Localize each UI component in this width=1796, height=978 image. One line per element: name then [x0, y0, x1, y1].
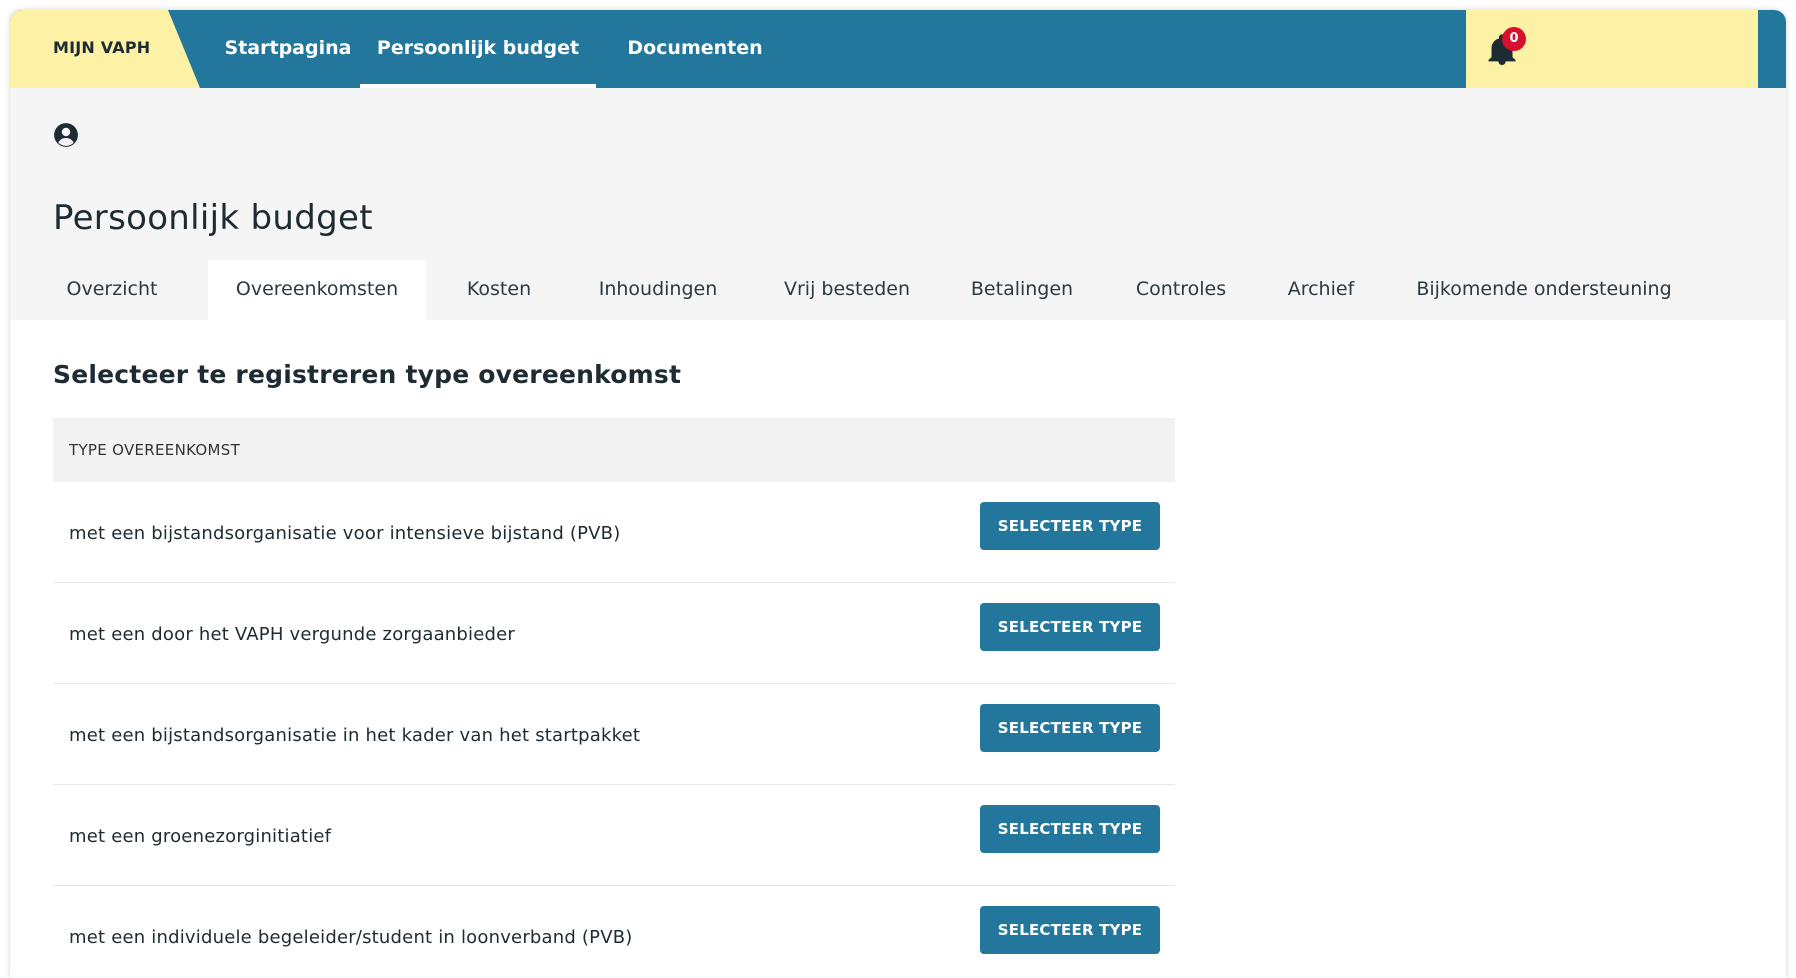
select-type-button[interactable]: SELECTEER TYPE [980, 704, 1160, 752]
table-row: met een door het VAPH vergunde zorgaanbi… [53, 583, 1175, 684]
table-row: met een bijstandsorganisatie in het kade… [53, 684, 1175, 785]
tab-controles[interactable]: Controles [1114, 260, 1248, 320]
page-header: Persoonlijk budget Overzicht Overeenkoms… [10, 88, 1786, 320]
notification-count-badge[interactable]: 0 [1502, 27, 1526, 51]
agreement-type-table: TYPE OVEREENKOMST met een bijstandsorgan… [53, 418, 1175, 978]
nav-item-label: Startpagina [224, 37, 352, 59]
select-type-button[interactable]: SELECTEER TYPE [980, 502, 1160, 550]
browser-window: MIJN VAPH Startpagina Persoonlijk budget… [10, 10, 1786, 978]
user-circle-icon[interactable] [53, 122, 79, 148]
table-row: met een groenezorginitiatief SELECTEER T… [53, 785, 1175, 886]
nav-item-documenten[interactable]: Documenten [610, 10, 780, 88]
row-label: met een groenezorginitiatief [69, 826, 332, 847]
tab-label: Controles [1135, 278, 1227, 300]
nav-item-startpagina[interactable]: Startpagina [190, 10, 386, 88]
select-type-button[interactable]: SELECTEER TYPE [980, 805, 1160, 853]
tab-label: Overzicht [66, 278, 158, 300]
table-row: met een individuele begeleider/student i… [53, 886, 1175, 978]
tab-bijkomende-ondersteuning[interactable]: Bijkomende ondersteuning [1394, 260, 1694, 320]
tab-label: Inhoudingen [598, 278, 718, 300]
page-title: Persoonlijk budget [53, 198, 373, 238]
tab-inhoudingen[interactable]: Inhoudingen [584, 260, 732, 320]
tab-label: Archief [1287, 278, 1355, 300]
notification-area: 0 [1466, 10, 1758, 88]
tab-kosten[interactable]: Kosten [448, 260, 550, 320]
table-row: met een bijstandsorganisatie voor intens… [53, 482, 1175, 583]
select-type-button[interactable]: SELECTEER TYPE [980, 906, 1160, 954]
nav-item-label: Documenten [627, 37, 763, 59]
row-label: met een bijstandsorganisatie voor intens… [69, 523, 621, 544]
row-label: met een door het VAPH vergunde zorgaanbi… [69, 624, 516, 645]
top-navigation: MIJN VAPH Startpagina Persoonlijk budget… [10, 10, 1786, 88]
tab-label: Overeenkomsten [235, 278, 399, 300]
section-title: Selecteer te registreren type overeenkom… [53, 360, 682, 389]
tab-overzicht[interactable]: Overzicht [48, 260, 176, 320]
tab-label: Betalingen [970, 278, 1074, 300]
tab-overeenkomsten[interactable]: Overeenkomsten [208, 260, 426, 320]
tab-label: Vrij besteden [784, 278, 910, 300]
row-label: met een bijstandsorganisatie in het kade… [69, 725, 641, 746]
tab-archief[interactable]: Archief [1268, 260, 1374, 320]
nav-item-label: Persoonlijk budget [376, 37, 580, 59]
select-type-button[interactable]: SELECTEER TYPE [980, 603, 1160, 651]
table-header: TYPE OVEREENKOMST [53, 418, 1175, 482]
tab-vrij-besteden[interactable]: Vrij besteden [762, 260, 932, 320]
tab-label: Bijkomende ondersteuning [1416, 278, 1672, 300]
brand-label[interactable]: MIJN VAPH [53, 10, 150, 88]
row-label: met een individuele begeleider/student i… [69, 927, 633, 948]
nav-item-persoonlijk-budget[interactable]: Persoonlijk budget [360, 10, 596, 88]
tab-betalingen[interactable]: Betalingen [952, 260, 1092, 320]
tab-label: Kosten [466, 278, 532, 300]
